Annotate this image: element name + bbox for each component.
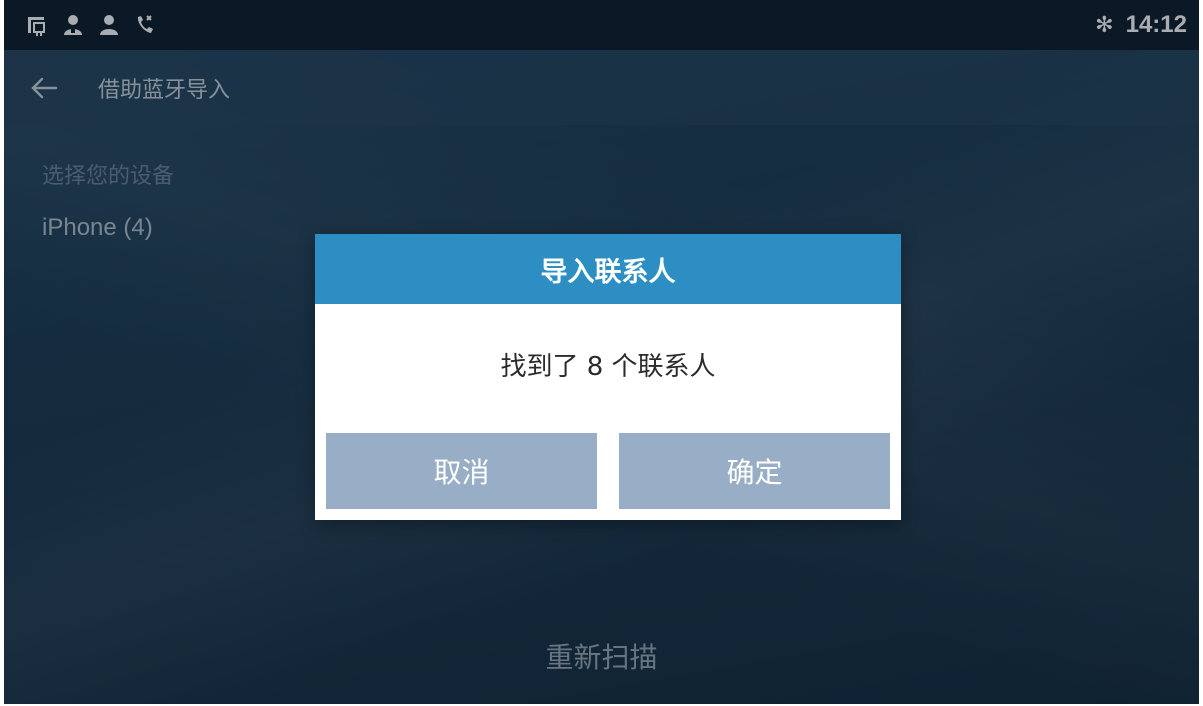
confirm-button[interactable]: 确定 (619, 433, 890, 509)
screen: ✻ 14:12 借助蓝牙导入 选择您的设备 iPhone (4) 重新扫描 导入… (4, 0, 1199, 704)
dialog-title: 导入联系人 (315, 234, 901, 304)
cancel-button[interactable]: 取消 (326, 433, 597, 509)
dialog-buttons: 取消 确定 (326, 433, 890, 509)
import-contacts-dialog: 导入联系人 找到了 8 个联系人 取消 确定 (315, 234, 901, 520)
dialog-message: 找到了 8 个联系人 (500, 351, 716, 382)
